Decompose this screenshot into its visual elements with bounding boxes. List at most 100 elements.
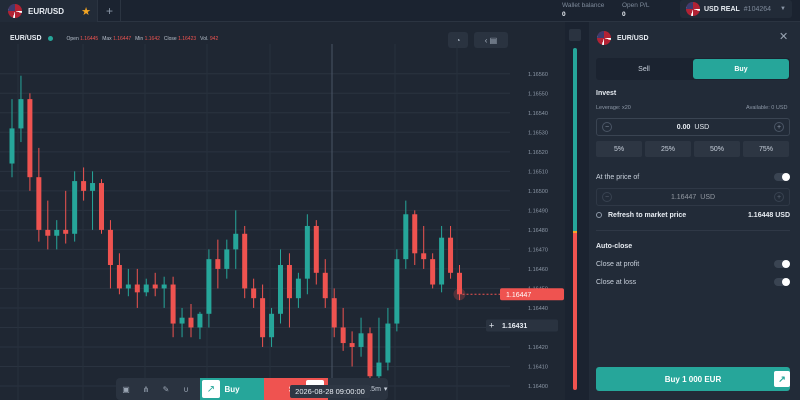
- candle-body: [403, 214, 409, 260]
- add-tab-button[interactable]: +: [99, 0, 121, 22]
- candlestick-chart[interactable]: 1.16560 1.16550 1.16540 1.16530 1.16520 1.165…: [0, 44, 565, 400]
- y-tick-label: 1.16520: [528, 150, 548, 156]
- y-tick-label: 1.16500: [528, 189, 548, 195]
- candle-body: [116, 265, 122, 289]
- y-tick-label: 1.16560: [528, 72, 548, 78]
- candle-body: [242, 233, 248, 289]
- percent-25-button[interactable]: 25%: [645, 141, 691, 157]
- candle-body: [161, 284, 167, 289]
- price-value: 1.16447: [670, 193, 697, 201]
- y-tick-label: 1.16400: [528, 384, 548, 390]
- draw-icon[interactable]: ✎: [156, 378, 176, 400]
- grip-icon[interactable]: [569, 29, 581, 41]
- close-loss-row: Close at loss: [596, 276, 790, 288]
- y-tick-label: 1.16490: [528, 208, 548, 214]
- account-selector[interactable]: USD REAL #104264 ▼: [680, 0, 792, 18]
- amount-field[interactable]: − 0.00 USD +: [596, 118, 790, 136]
- invest-title: Invest: [596, 90, 617, 97]
- close-profit-label: Close at profit: [596, 260, 640, 268]
- wallet-balance: Wallet balance 0: [562, 1, 604, 19]
- open-pl-value: 0: [622, 11, 626, 18]
- y-tick-label: 1.16550: [528, 91, 548, 97]
- candle-body: [9, 128, 15, 164]
- refresh-label: Refresh to market price: [608, 211, 687, 219]
- y-tick-label: 1.16480: [528, 228, 548, 234]
- minus-icon[interactable]: −: [602, 192, 612, 202]
- chart-panel: EUR/USD Open 1.16445 Max 1.16447 Min 1.1…: [0, 22, 565, 400]
- candle-body: [36, 177, 42, 230]
- candle-body: [385, 323, 391, 363]
- plus-icon[interactable]: +: [774, 192, 784, 202]
- arrow-up-right-icon: ↗: [774, 371, 790, 387]
- divider: [596, 230, 790, 231]
- y-tick-label: 1.16460: [528, 267, 548, 273]
- top-bar: EUR/USD ★ + Wallet balance 0 Open P/L 0 …: [0, 0, 800, 22]
- sentiment-buy: [573, 48, 577, 231]
- star-icon[interactable]: ★: [81, 5, 91, 18]
- close-icon[interactable]: ✕: [779, 30, 788, 43]
- wallet-balance-label: Wallet balance: [562, 2, 605, 9]
- candle-body: [233, 233, 239, 250]
- candle-body: [99, 183, 104, 230]
- candle-body: [439, 237, 445, 285]
- open-pl: Open P/L 0: [622, 1, 649, 19]
- candle-body: [81, 181, 87, 191]
- close-profit-toggle[interactable]: [774, 260, 790, 268]
- candle-body: [125, 284, 131, 289]
- candle-body: [260, 298, 266, 338]
- candle-body: [27, 99, 33, 178]
- order-panel-header: EUR/USD: [597, 31, 649, 45]
- available: Available: 0 USD: [746, 105, 788, 111]
- candle-body: [206, 259, 212, 314]
- tab-buy[interactable]: Buy: [693, 59, 789, 79]
- side-toggle: Sell Buy: [596, 58, 790, 80]
- percent-50-button[interactable]: 50%: [694, 141, 740, 157]
- candle-body: [215, 259, 221, 269]
- candle-body: [107, 229, 113, 266]
- radio-icon[interactable]: [596, 212, 602, 218]
- account-id: #104264: [743, 5, 772, 13]
- candle-body: [197, 313, 203, 328]
- y-tick-label: 1.16420: [528, 345, 548, 351]
- candle-body: [188, 317, 194, 328]
- candle-body: [18, 99, 24, 129]
- leverage: Leverage: x20: [596, 105, 631, 111]
- candle-body: [448, 237, 454, 273]
- y-tick-label: 1.16540: [528, 111, 548, 117]
- percent-75-button[interactable]: 75%: [743, 141, 789, 157]
- candle-body: [322, 272, 328, 299]
- refresh-row[interactable]: Refresh to market price 1.16448 USD: [596, 209, 790, 221]
- us-flag-icon: [597, 31, 611, 45]
- ohlc-open: Open 1.16445: [66, 35, 99, 42]
- tab-sell[interactable]: Sell: [596, 58, 692, 80]
- candle-body: [170, 284, 176, 324]
- candle-body: [251, 288, 257, 299]
- plus-icon[interactable]: +: [774, 122, 784, 132]
- close-loss-toggle[interactable]: [774, 278, 790, 286]
- buy-submit-button[interactable]: Buy 1 000 EUR ↗: [596, 367, 790, 391]
- price-currency: USD: [700, 193, 716, 201]
- layout-icon[interactable]: ▣: [116, 378, 136, 400]
- order-panel: EUR/USD ✕ Sell Buy Invest Leverage: x20 …: [589, 22, 800, 400]
- refresh-value: 1.16448 USD: [747, 211, 790, 219]
- candle-body: [313, 225, 319, 273]
- candle-body: [367, 333, 373, 377]
- tab-eurusd[interactable]: EUR/USD ★: [0, 0, 98, 22]
- percent-5-button[interactable]: 5%: [596, 141, 642, 157]
- candle-body: [278, 265, 283, 314]
- candle-body: [269, 313, 275, 338]
- tab-label: EUR/USD: [28, 6, 65, 16]
- crosshair-price-label: 1.16431: [502, 323, 527, 330]
- candle-body: [72, 181, 78, 234]
- indicators-icon[interactable]: ⋔: [136, 378, 156, 400]
- candle-body: [63, 229, 69, 234]
- y-tick-label: 1.16470: [528, 247, 548, 253]
- minus-icon[interactable]: −: [602, 122, 612, 132]
- price-field[interactable]: − 1.16447 USD +: [596, 188, 790, 206]
- magnet-icon[interactable]: ∪: [176, 378, 196, 400]
- account-name: USD REAL: [704, 5, 740, 13]
- ohlc-min: Min 1.1642: [135, 35, 160, 42]
- candle-body: [331, 298, 337, 328]
- at-price-toggle[interactable]: [774, 173, 790, 181]
- candle-body: [421, 253, 427, 260]
